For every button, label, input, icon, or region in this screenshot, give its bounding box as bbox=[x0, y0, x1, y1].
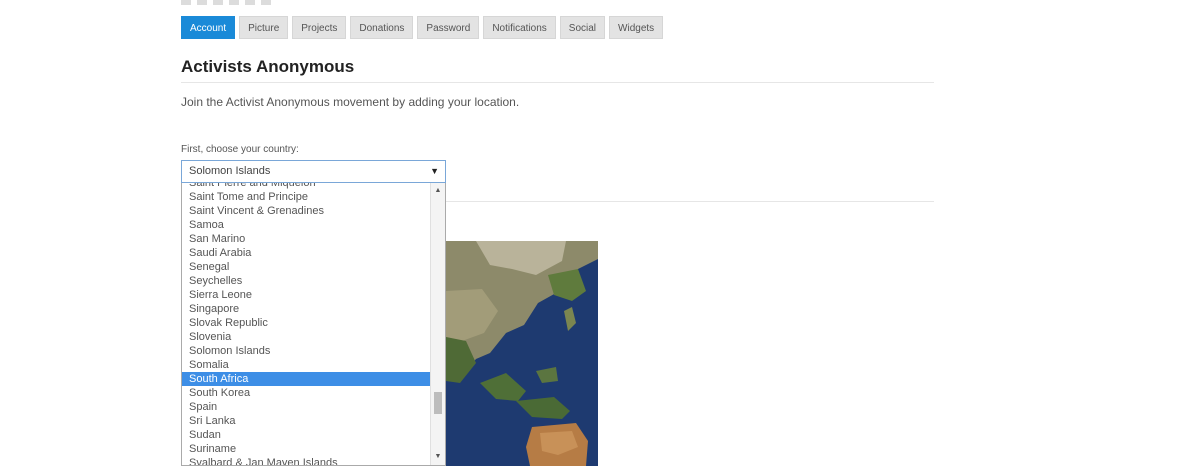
dropdown-scrollbar[interactable]: ▲ ▼ bbox=[430, 183, 445, 465]
country-option[interactable]: Saudi Arabia bbox=[182, 246, 430, 260]
country-option[interactable]: Seychelles bbox=[182, 274, 430, 288]
country-option[interactable]: Saint Pierre and Miquelon bbox=[182, 183, 430, 190]
tab-social[interactable]: Social bbox=[559, 16, 606, 39]
scroll-up-arrow-icon[interactable]: ▲ bbox=[431, 185, 445, 197]
tab-widgets[interactable]: Widgets bbox=[609, 16, 664, 39]
section-intro: Join the Activist Anonymous movement by … bbox=[181, 95, 520, 109]
country-option[interactable]: Slovenia bbox=[182, 330, 430, 344]
country-option[interactable]: Somalia bbox=[182, 358, 430, 372]
country-dropdown-list[interactable]: Saint Pierre and Miquelon Saint Tome and … bbox=[181, 183, 446, 466]
tab-account[interactable]: Account bbox=[181, 16, 236, 39]
country-option[interactable]: Sierra Leone bbox=[182, 288, 430, 302]
country-option[interactable]: Slovak Republic bbox=[182, 316, 430, 330]
country-option[interactable]: Saint Tome and Principe bbox=[182, 190, 430, 204]
country-select-value: Solomon Islands bbox=[189, 165, 271, 177]
tab-notifications[interactable]: Notifications bbox=[483, 16, 556, 39]
section-title: Activists Anonymous bbox=[181, 57, 355, 76]
scroll-down-arrow-icon[interactable]: ▼ bbox=[431, 451, 445, 463]
chevron-down-icon: ▼ bbox=[430, 166, 439, 176]
country-option[interactable]: Spain bbox=[182, 400, 430, 414]
tab-donations[interactable]: Donations bbox=[350, 16, 414, 39]
country-option[interactable]: Sri Lanka bbox=[182, 414, 430, 428]
country-option[interactable]: South Africa bbox=[182, 372, 430, 386]
country-option[interactable]: Solomon Islands bbox=[182, 344, 430, 358]
country-option[interactable]: South Korea bbox=[182, 386, 430, 400]
scrollbar-thumb[interactable] bbox=[434, 392, 442, 414]
country-options: Saint Pierre and Miquelon Saint Tome and … bbox=[182, 183, 430, 465]
country-option[interactable]: Senegal bbox=[182, 260, 430, 274]
profile-tabs: Account Picture Projects Donations Passw… bbox=[181, 16, 664, 39]
tab-projects[interactable]: Projects bbox=[292, 16, 347, 39]
country-field-label: First, choose your country: bbox=[181, 144, 299, 155]
tab-picture[interactable]: Picture bbox=[239, 16, 289, 39]
section-divider bbox=[181, 82, 934, 83]
country-option[interactable]: Samoa bbox=[182, 218, 430, 232]
country-option[interactable]: Svalbard & Jan Mayen Islands bbox=[182, 456, 430, 465]
country-option[interactable]: Suriname bbox=[182, 442, 430, 456]
satellite-map-image bbox=[446, 241, 598, 466]
country-select[interactable]: Solomon Islands ▼ bbox=[181, 160, 446, 183]
country-option[interactable]: Singapore bbox=[182, 302, 430, 316]
cropped-header-text bbox=[181, 0, 601, 5]
country-option[interactable]: San Marino bbox=[182, 232, 430, 246]
tab-password[interactable]: Password bbox=[417, 16, 480, 39]
location-map[interactable] bbox=[446, 241, 598, 466]
country-option[interactable]: Sudan bbox=[182, 428, 430, 442]
country-option[interactable]: Saint Vincent & Grenadines bbox=[182, 204, 430, 218]
